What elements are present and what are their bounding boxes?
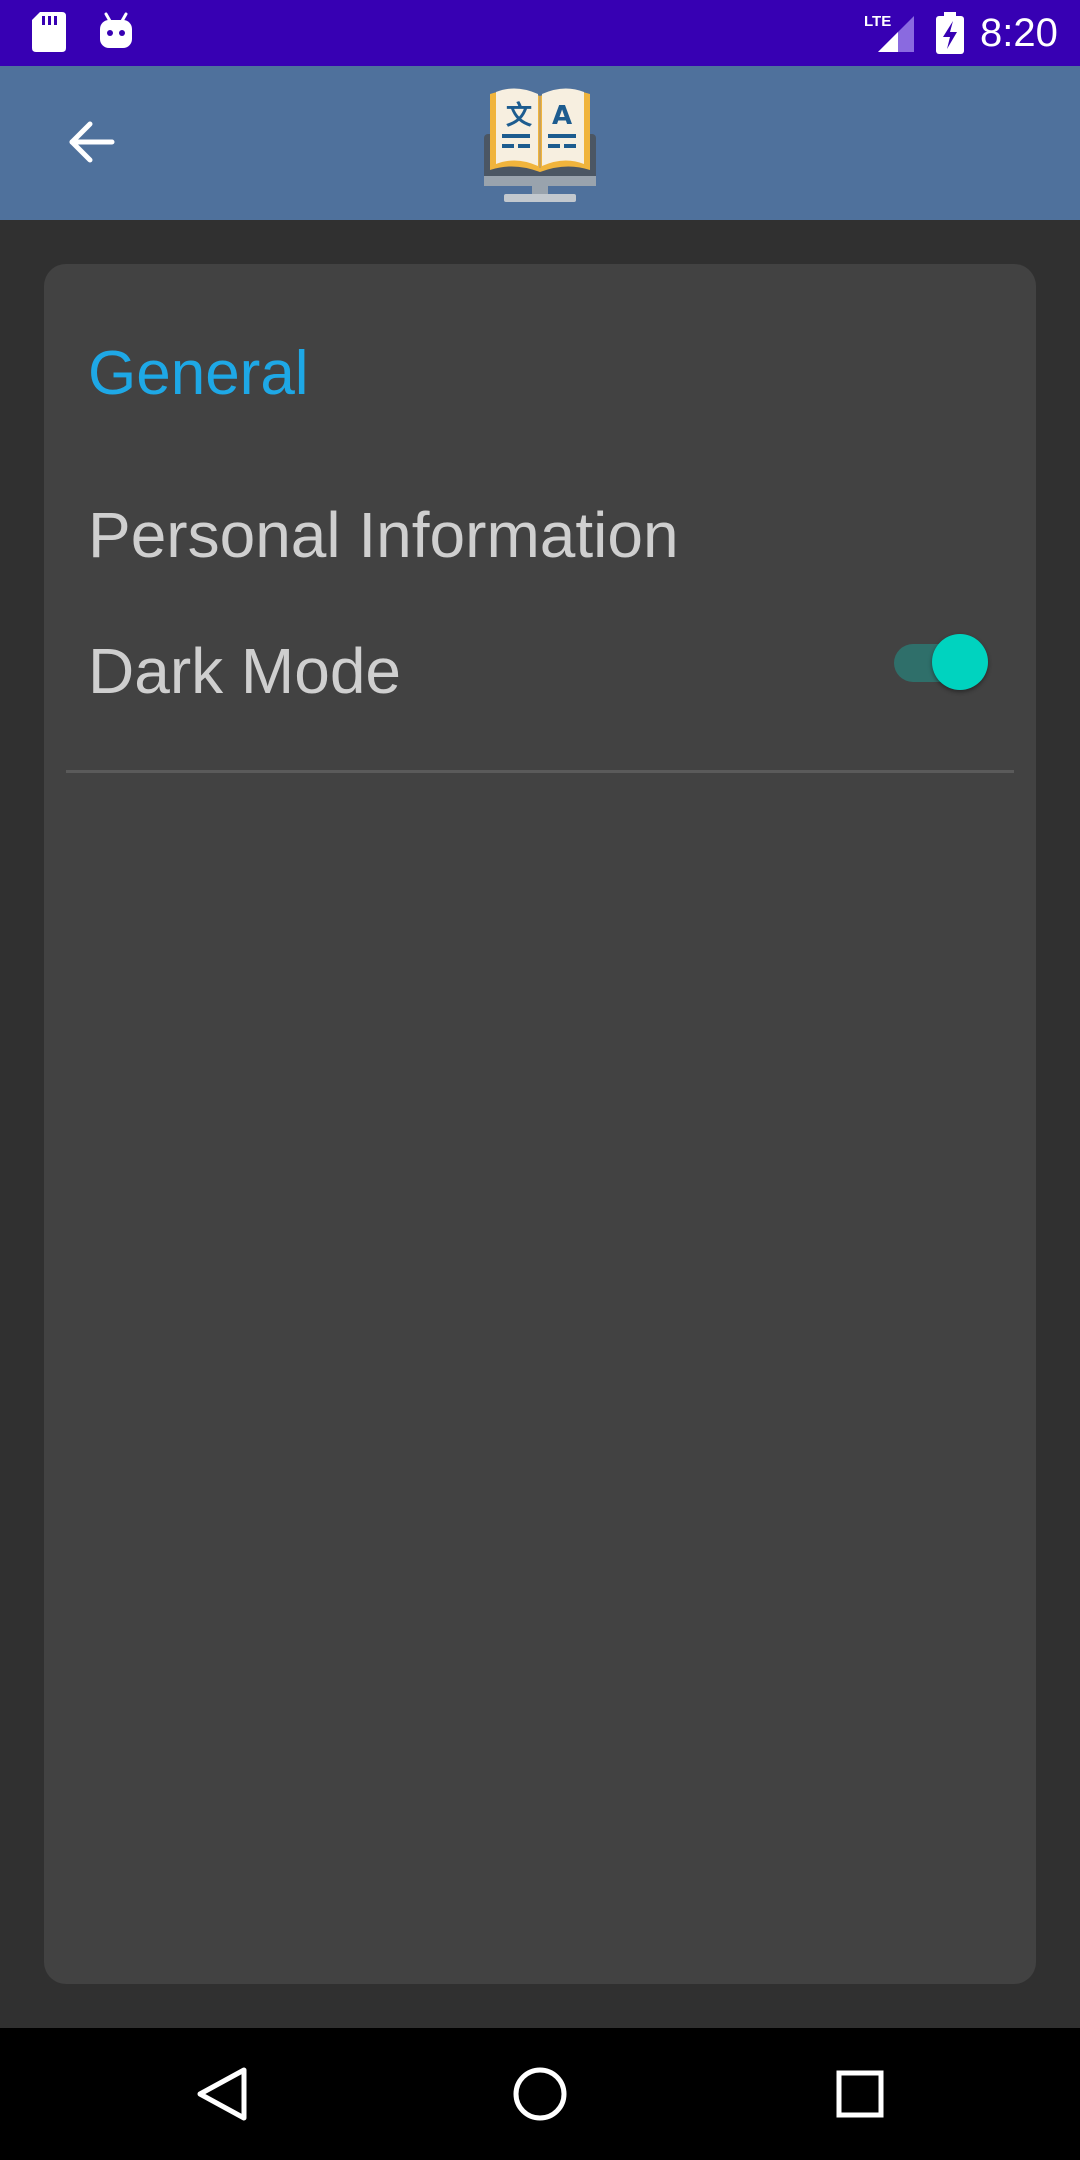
status-bar: LTE 8:20 xyxy=(0,0,1080,66)
navigation-bar xyxy=(0,2028,1080,2160)
divider xyxy=(66,770,1014,773)
personal-information-label: Personal Information xyxy=(88,499,679,571)
svg-text:文: 文 xyxy=(506,100,533,131)
dark-mode-label: Dark Mode xyxy=(88,635,401,707)
lte-signal-icon: LTE xyxy=(864,13,914,52)
dark-mode-item[interactable]: Dark Mode xyxy=(44,606,1036,726)
back-triangle-icon xyxy=(197,2067,247,2121)
back-button[interactable] xyxy=(54,104,130,180)
nav-back-button[interactable] xyxy=(186,2058,258,2130)
app-bar: 文 A xyxy=(0,66,1080,220)
nav-home-button[interactable] xyxy=(504,2058,576,2130)
nav-recents-button[interactable] xyxy=(824,2058,896,2130)
android-debug-icon xyxy=(100,12,132,48)
section-title-general: General xyxy=(88,339,309,408)
recents-square-icon xyxy=(836,2070,884,2118)
personal-information-item[interactable]: Personal Information xyxy=(44,470,1036,590)
network-label: LTE xyxy=(864,13,891,30)
home-circle-icon xyxy=(513,2067,567,2121)
sd-card-icon xyxy=(32,12,66,52)
dark-mode-switch[interactable] xyxy=(892,632,992,692)
arrow-left-icon xyxy=(69,121,115,163)
status-clock: 8:20 xyxy=(980,11,1058,55)
dictionary-computer-logo-icon: 文 A xyxy=(484,88,596,202)
switch-thumb xyxy=(932,634,988,690)
battery-charging-icon xyxy=(936,12,964,54)
svg-text:A: A xyxy=(552,101,572,131)
settings-card: General Personal Information Dark Mode xyxy=(44,264,1036,1984)
